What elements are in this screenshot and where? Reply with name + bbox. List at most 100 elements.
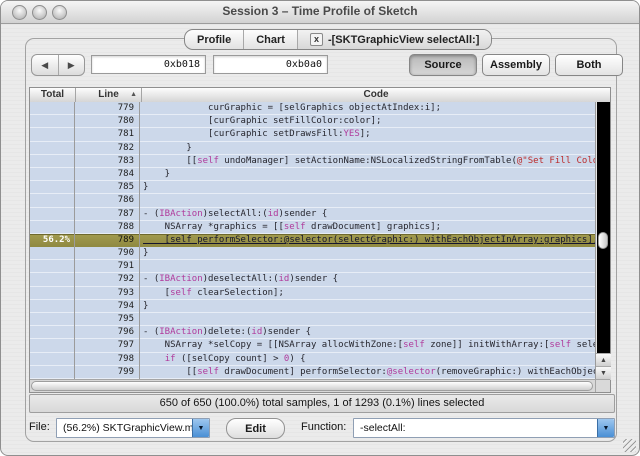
address-start-field[interactable] — [91, 55, 206, 74]
forward-button[interactable]: ▶ — [59, 55, 85, 75]
line-number-cell: 790 — [75, 247, 140, 261]
code-cell: NSArray *selCopy = [[NSArray allocWithZo… — [143, 340, 595, 351]
code-cell: } — [143, 248, 149, 259]
code-cell — [140, 260, 595, 273]
total-cell — [30, 194, 75, 208]
scroll-up-icon[interactable]: ▲ — [596, 353, 611, 367]
vertical-scrollbar[interactable]: ▲ ▼ — [595, 102, 611, 380]
table-row[interactable]: 793 [self clearSelection]; — [30, 286, 595, 300]
code-cell: - (IBAction)delete:(id)sender { — [143, 327, 312, 338]
function-popup-arrow-icon[interactable]: ▼ — [597, 419, 614, 437]
line-number-cell: 791 — [75, 260, 140, 274]
table-row[interactable]: 792- (IBAction)deselectAll:(id)sender { — [30, 273, 595, 287]
close-tab-icon[interactable]: x — [309, 33, 323, 46]
scrollbar-track[interactable] — [597, 102, 610, 353]
total-cell — [30, 365, 75, 379]
table-row[interactable]: 794} — [30, 299, 595, 313]
table-row[interactable]: 785} — [30, 181, 595, 195]
total-cell — [30, 326, 75, 340]
total-cell — [30, 167, 75, 182]
file-popup-arrow-icon[interactable]: ▼ — [192, 419, 209, 437]
tab-profile[interactable]: Profile — [185, 30, 245, 49]
total-cell — [30, 207, 75, 221]
table-row[interactable]: 799 [[self drawDocument] performSelector… — [30, 365, 595, 379]
code-table: Total Line ▲ Code 779 curGraphic = [selGr… — [29, 87, 611, 393]
total-cell — [30, 260, 75, 274]
scroll-down-icon[interactable]: ▼ — [596, 366, 611, 380]
code-cell: - (IBAction)selectAll:(id)sender { — [143, 208, 328, 219]
table-row[interactable]: 784 } — [30, 167, 595, 182]
table-row[interactable]: 780 [curGraphic setFillColor:color]; — [30, 115, 595, 129]
horizontal-scrollbar[interactable] — [30, 379, 595, 392]
table-row[interactable]: 779 curGraphic = [selGraphics objectAtIn… — [30, 102, 595, 116]
file-label: File: — [29, 421, 50, 433]
tab-chart[interactable]: Chart — [244, 30, 298, 49]
line-number-cell: 789 — [75, 233, 140, 248]
table-row[interactable]: 56.2% 789 [self performSelector:@selector… — [30, 233, 595, 248]
code-cell: } — [143, 142, 192, 153]
table-row[interactable]: 795 — [30, 313, 595, 327]
code-cell: [curGraphic setFillColor:color]; — [143, 116, 382, 127]
back-button[interactable]: ◀ — [32, 55, 59, 75]
line-number-cell: 779 — [75, 102, 140, 116]
table-row[interactable]: 781 [curGraphic setDrawsFill:YES]; — [30, 128, 595, 142]
total-cell — [30, 339, 75, 353]
line-number-cell: 793 — [75, 286, 140, 300]
total-cell — [30, 220, 75, 234]
resize-grip[interactable] — [623, 439, 636, 452]
code-cell: if ([selCopy count] > 0) { — [164, 353, 306, 364]
tab-label: Profile — [197, 33, 232, 46]
line-number-cell: 798 — [75, 352, 140, 366]
table-row[interactable]: 787- (IBAction)selectAll:(id)sender { — [30, 207, 595, 221]
line-number-cell: 785 — [75, 181, 140, 195]
line-number-cell: 783 — [75, 154, 140, 168]
app-window: Session 3 – Time Profile of Sketch Profi… — [0, 0, 640, 456]
table-row[interactable]: 783 [[self undoManager] setActionName:NS… — [30, 154, 595, 168]
line-number-cell: 799 — [75, 365, 140, 379]
horizontal-scrollbar-thumb[interactable] — [31, 381, 593, 391]
table-header: Total Line ▲ Code — [30, 88, 610, 103]
table-row[interactable]: 791 — [30, 260, 595, 274]
total-cell — [30, 128, 75, 142]
table-row[interactable]: 786 — [30, 194, 595, 208]
tab-label: -[SKTGraphicView selectAll:] — [327, 33, 480, 46]
total-cell — [30, 141, 75, 155]
scrollbar-thumb[interactable] — [598, 232, 608, 249]
line-number-cell: 797 — [75, 339, 140, 353]
code-cell: [self clearSelection]; — [143, 287, 284, 298]
line-number-cell: 780 — [75, 115, 140, 129]
line-number-cell: 781 — [75, 128, 140, 142]
table-row[interactable]: 798 if ([selCopy count] > 0) { — [30, 352, 595, 366]
total-cell — [30, 313, 75, 327]
title-bar[interactable]: Session 3 – Time Profile of Sketch — [1, 1, 639, 24]
code-cell: curGraphic = [selGraphics objectAtIndex:… — [143, 103, 442, 113]
scrollbar-corner — [595, 379, 610, 392]
assembly-button[interactable]: Assembly — [482, 54, 550, 76]
edit-button[interactable]: Edit — [226, 418, 285, 439]
function-popup[interactable]: -selectAll: ▼ — [353, 418, 615, 438]
tab-function[interactable]: x -[SKTGraphicView selectAll:] — [297, 30, 492, 49]
window-title: Session 3 – Time Profile of Sketch — [222, 4, 418, 18]
total-cell: 56.2% — [30, 233, 75, 248]
file-popup[interactable]: (56.2%) SKTGraphicView.m ▼ — [56, 418, 210, 438]
table-row[interactable]: 797 NSArray *selCopy = [[NSArray allocWi… — [30, 339, 595, 353]
function-popup-value: -selectAll: — [360, 422, 406, 434]
column-header-total[interactable]: Total — [30, 88, 76, 102]
forward-arrow-icon: ▶ — [67, 59, 75, 70]
code-cell: } — [143, 168, 171, 179]
line-number-cell: 787 — [75, 207, 140, 221]
table-row[interactable]: 782 } — [30, 141, 595, 155]
table-row[interactable]: 796- (IBAction)delete:(id)sender { — [30, 326, 595, 340]
column-header-line[interactable]: Line ▲ — [76, 88, 142, 102]
line-number-cell: 786 — [75, 194, 140, 208]
total-cell — [30, 102, 75, 116]
source-button[interactable]: Source — [409, 54, 477, 76]
column-header-code[interactable]: Code — [142, 88, 610, 102]
line-number-cell: 796 — [75, 326, 140, 340]
table-row[interactable]: 788 NSArray *graphics = [[self drawDocum… — [30, 220, 595, 234]
line-number-cell: 792 — [75, 273, 140, 287]
address-end-field[interactable] — [213, 55, 328, 74]
table-row[interactable]: 790} — [30, 247, 595, 261]
line-number-cell: 795 — [75, 313, 140, 327]
both-button[interactable]: Both — [555, 54, 623, 76]
